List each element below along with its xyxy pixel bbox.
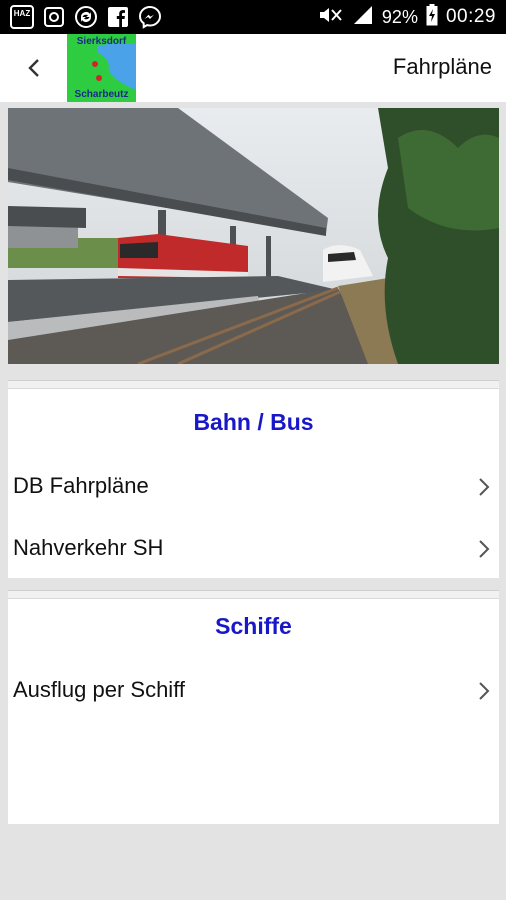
chevron-right-icon <box>479 682 490 700</box>
list-item-label: Nahverkehr SH <box>13 535 164 560</box>
haz-label: HAZ <box>13 9 31 18</box>
haz-app-icon: HAZ <box>10 5 34 29</box>
mute-icon <box>318 5 344 30</box>
back-button[interactable] <box>14 48 54 88</box>
section-card-schiffe: Schiffe Ausflug per Schiff <box>8 590 499 824</box>
messenger-icon <box>138 5 162 29</box>
battery-icon <box>426 3 438 31</box>
system-status: 92% 00:29 <box>318 0 496 34</box>
section-title: Bahn / Bus <box>193 409 314 435</box>
list-item-label: DB Fahrpläne <box>13 473 149 498</box>
page-title: Fahrpläne <box>392 54 492 79</box>
sync-icon <box>74 5 98 29</box>
status-bar: HAZ 92% 00:29 <box>0 0 506 34</box>
logo-text-bottom: Scharbeutz <box>74 89 129 100</box>
section-title: Schiffe <box>215 613 292 639</box>
station-photo-graphic <box>8 108 499 364</box>
battery-percent: 92% <box>381 6 418 27</box>
chevron-right-icon <box>479 478 490 496</box>
chevron-right-icon <box>479 540 490 558</box>
list-item-label: Ausflug per Schiff <box>13 677 186 702</box>
list-item-nahverkehr-sh[interactable]: Nahverkehr SH <box>8 521 499 577</box>
section-card-bahn-bus: Bahn / Bus DB Fahrpläne Nahverkehr SH <box>8 380 499 578</box>
chevron-left-icon <box>28 59 39 77</box>
card-divider <box>8 381 499 389</box>
facebook-icon <box>106 5 130 29</box>
notification-icons: HAZ <box>10 5 162 29</box>
card-divider <box>8 591 499 599</box>
app-bar: Sierksdorf Scharbeutz Fahrpläne <box>0 34 506 102</box>
clock: 00:29 <box>445 6 496 27</box>
logo-text-top: Sierksdorf <box>76 36 127 47</box>
list-item-db-fahrplaene[interactable]: DB Fahrpläne <box>8 459 499 515</box>
signal-icon <box>352 4 374 31</box>
app-logo[interactable]: Sierksdorf Scharbeutz <box>67 34 136 102</box>
list-item-ausflug-per-schiff[interactable]: Ausflug per Schiff <box>8 663 499 719</box>
hero-image-train-station <box>8 108 499 364</box>
photo-icon <box>42 5 66 29</box>
